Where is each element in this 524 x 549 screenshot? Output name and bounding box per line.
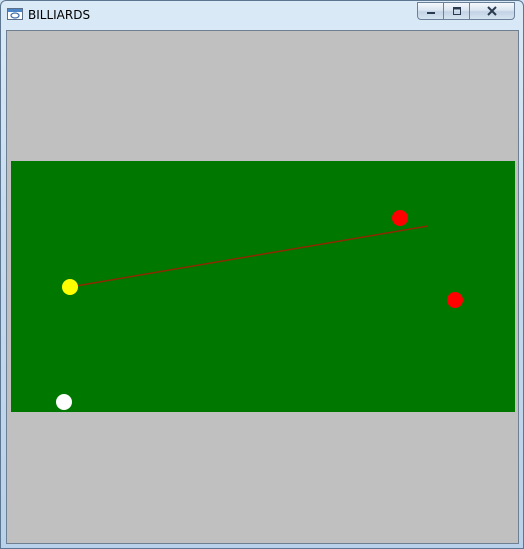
minimize-button[interactable] — [417, 2, 444, 20]
minimize-icon — [426, 12, 435, 14]
white-ball[interactable] — [56, 394, 72, 410]
maximize-button[interactable] — [443, 2, 470, 20]
window-title: BILLIARDS — [28, 8, 91, 22]
maximize-icon — [452, 7, 461, 15]
close-icon — [487, 6, 497, 16]
red-ball-2[interactable] — [447, 292, 463, 308]
yellow-ball[interactable] — [62, 279, 78, 295]
close-button[interactable] — [469, 2, 515, 20]
title-bar[interactable]: BILLIARDS — [1, 1, 523, 29]
app-window: BILLIARDS — [0, 0, 524, 549]
red-ball-1[interactable] — [392, 210, 408, 226]
billiards-scene — [11, 161, 515, 412]
game-canvas[interactable] — [6, 30, 519, 544]
billiard-table[interactable] — [11, 161, 515, 412]
app-window-icon — [7, 8, 23, 20]
